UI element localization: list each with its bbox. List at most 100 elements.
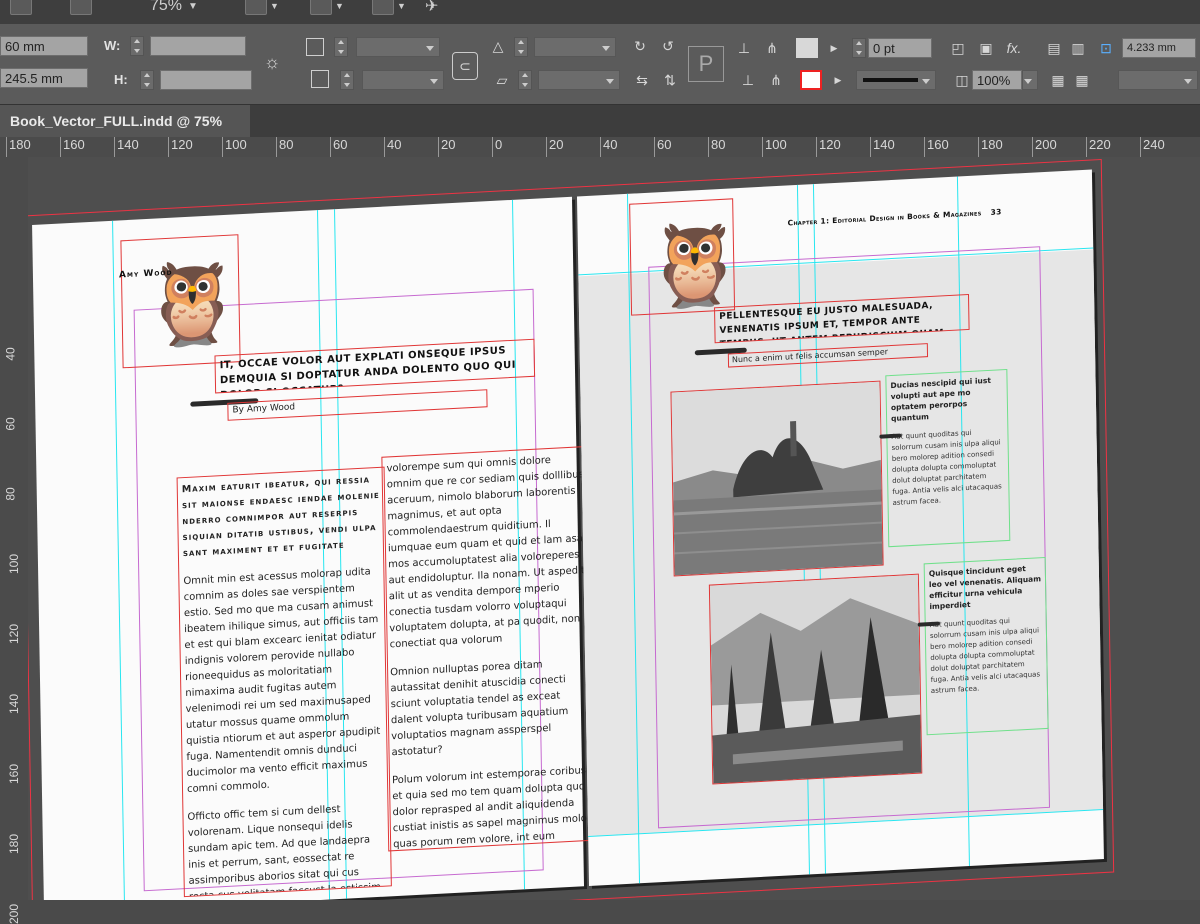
y-position-value: 245.5 mm [5, 70, 63, 86]
menu-bar: 75% ▼ ▼ ▼ ▼ ✈ [0, 0, 1200, 25]
ruler-tick-label: 80 [708, 137, 725, 157]
scale-x-dropdown[interactable] [356, 37, 440, 57]
text-frame-options-icon[interactable]: ▥ [1068, 38, 1088, 58]
ruler-tick-label: 20 [438, 137, 455, 157]
gutter-value: 4.233 mm [1127, 42, 1176, 54]
ruler-tick-label: 40 [600, 137, 617, 157]
shear-angle-icon: ▱ [496, 71, 508, 88]
ruler-tick-label: 180 [6, 137, 31, 157]
scale-y-dropdown[interactable] [362, 70, 444, 90]
ruler-tick-label: 120 [7, 623, 22, 645]
menu-bridge-icon[interactable] [70, 0, 92, 18]
rotate-ccw-icon[interactable]: ↺ [658, 36, 678, 56]
opacity-icon: ◫ [955, 71, 969, 88]
ruler-tick-label: 20 [546, 137, 563, 157]
rotation-dropdown[interactable] [534, 37, 616, 57]
ruler-tick-label: 100 [222, 137, 247, 157]
gutter-icon: ⊡ [1100, 39, 1112, 56]
ruler-tick-label: 220 [1086, 137, 1111, 157]
select-previous-icon[interactable]: ⊥ [738, 70, 758, 90]
align-top-icon[interactable]: ▦ [1048, 70, 1068, 90]
ruler-tick-label: 140 [870, 137, 895, 157]
scale-x-stepper[interactable] [334, 37, 348, 57]
align-center-icon[interactable]: ▦ [1072, 70, 1092, 90]
ruler-tick-label: 240 [1140, 137, 1165, 157]
bleed-guide [28, 158, 1115, 900]
ruler-tick-label: 180 [7, 833, 22, 855]
ruler-tick-label: 40 [384, 137, 401, 157]
reference-point-p-icon[interactable]: P [688, 46, 724, 82]
ruler-tick-label: 160 [60, 137, 85, 157]
drop-shadow-icon[interactable]: ◰ [948, 38, 968, 58]
ruler-tick-label: 60 [330, 137, 347, 157]
text-wrap-icon[interactable]: ▤ [1044, 38, 1064, 58]
x-position-value: 60 mm [5, 38, 45, 54]
height-stepper[interactable] [140, 70, 154, 90]
document-tab-bar: Book_Vector_FULL.indd @ 75% [0, 105, 1200, 137]
flip-vertical-icon[interactable]: ⇅ [660, 70, 680, 90]
document-tab-title: Book_Vector_FULL.indd @ 75% [10, 113, 223, 129]
ruler-tick-label: 160 [7, 763, 22, 785]
fx-icon[interactable]: fx. [1004, 38, 1024, 58]
width-field[interactable] [150, 36, 246, 56]
stroke-weight-stepper[interactable] [852, 38, 866, 58]
ruler-tick-label: 40 [3, 347, 18, 361]
stroke-weight-field[interactable]: 0 pt [868, 38, 932, 58]
opacity-dropdown[interactable] [1022, 70, 1038, 90]
stroke-type-dropdown[interactable] [856, 70, 936, 90]
select-content-icon[interactable]: ⋔ [762, 38, 782, 58]
flip-horizontal-icon[interactable]: ⇆ [632, 70, 652, 90]
rotate-cw-icon[interactable]: ↻ [630, 36, 650, 56]
zoom-level-text: 75% [150, 0, 183, 14]
height-field[interactable] [160, 70, 252, 90]
opacity-field[interactable]: 100% [972, 70, 1022, 90]
ruler-tick-label: 200 [1032, 137, 1057, 157]
opacity-value: 100% [977, 72, 1011, 88]
ruler-tick-label: 180 [978, 137, 1003, 157]
rotation-stepper[interactable] [514, 37, 528, 57]
gutter-field[interactable]: 4.233 mm [1122, 38, 1196, 58]
pasteboard[interactable]: 🦉 Amy Wood It, occae volor aut explati o… [28, 157, 1200, 900]
ruler-tick-label: 120 [816, 137, 841, 157]
width-label: W: [104, 38, 121, 53]
scale-y-stepper[interactable] [340, 70, 354, 90]
stroke-dropdown-arrow-icon[interactable]: ▶ [828, 70, 848, 90]
ruler-tick-label: 140 [114, 137, 139, 157]
fill-dropdown-arrow-icon[interactable]: ▶ [824, 38, 844, 58]
shear-stepper[interactable] [518, 70, 532, 90]
horizontal-ruler[interactable]: 180 160 140 120 100 80 60 40 20 0 20 40 60 80 100 120 14… [0, 137, 1200, 158]
reference-point-icon[interactable]: ☼ [262, 52, 282, 72]
ruler-tick-label: 160 [924, 137, 949, 157]
x-position-field[interactable]: 60 mm [0, 36, 88, 56]
control-panel: 60 mm 245.5 mm W: H: ☼ ⊂ △ ▱ ↻ ↺ ⇆ ⇅ P ⊥… [0, 24, 1200, 105]
ruler-tick-label: 80 [276, 137, 293, 157]
select-next-icon[interactable]: ⋔ [766, 70, 786, 90]
ruler-tick-label: 60 [654, 137, 671, 157]
stroke-swatch-none[interactable] [800, 70, 822, 90]
ruler-tick-label: 100 [7, 553, 22, 575]
vertical-ruler[interactable]: 40 60 80 100 120 140 160 180 200 [0, 157, 29, 924]
zoom-level-dropdown[interactable]: 75% ▼ [150, 0, 198, 18]
shear-dropdown[interactable] [538, 70, 620, 90]
scale-x-icon [306, 38, 324, 56]
y-position-field[interactable]: 245.5 mm [0, 68, 88, 88]
ruler-tick-label: 140 [7, 693, 22, 715]
arrange-documents-icon[interactable]: ▼ [372, 0, 406, 18]
fill-swatch[interactable] [796, 38, 818, 58]
screen-mode-icon[interactable]: ▼ [310, 0, 344, 18]
ruler-tick-label: 60 [3, 417, 18, 431]
menu-square-icon[interactable] [10, 0, 32, 18]
constrain-proportions-icon[interactable]: ⊂ [452, 52, 478, 80]
effects-icon[interactable]: ▣ [976, 38, 996, 58]
view-options-icon[interactable]: ▼ [245, 0, 279, 18]
publish-online-icon[interactable]: ✈ [425, 0, 438, 18]
auto-fit-dropdown[interactable] [1118, 70, 1198, 90]
ruler-tick-label: 120 [168, 137, 193, 157]
ruler-tick-label: 0 [492, 137, 502, 157]
stroke-weight-value: 0 pt [873, 40, 895, 56]
ruler-tick-label: 100 [762, 137, 787, 157]
document-tab[interactable]: Book_Vector_FULL.indd @ 75% [0, 105, 250, 137]
width-stepper[interactable] [130, 36, 144, 56]
height-label: H: [114, 72, 128, 87]
select-container-icon[interactable]: ⊥ [734, 38, 754, 58]
